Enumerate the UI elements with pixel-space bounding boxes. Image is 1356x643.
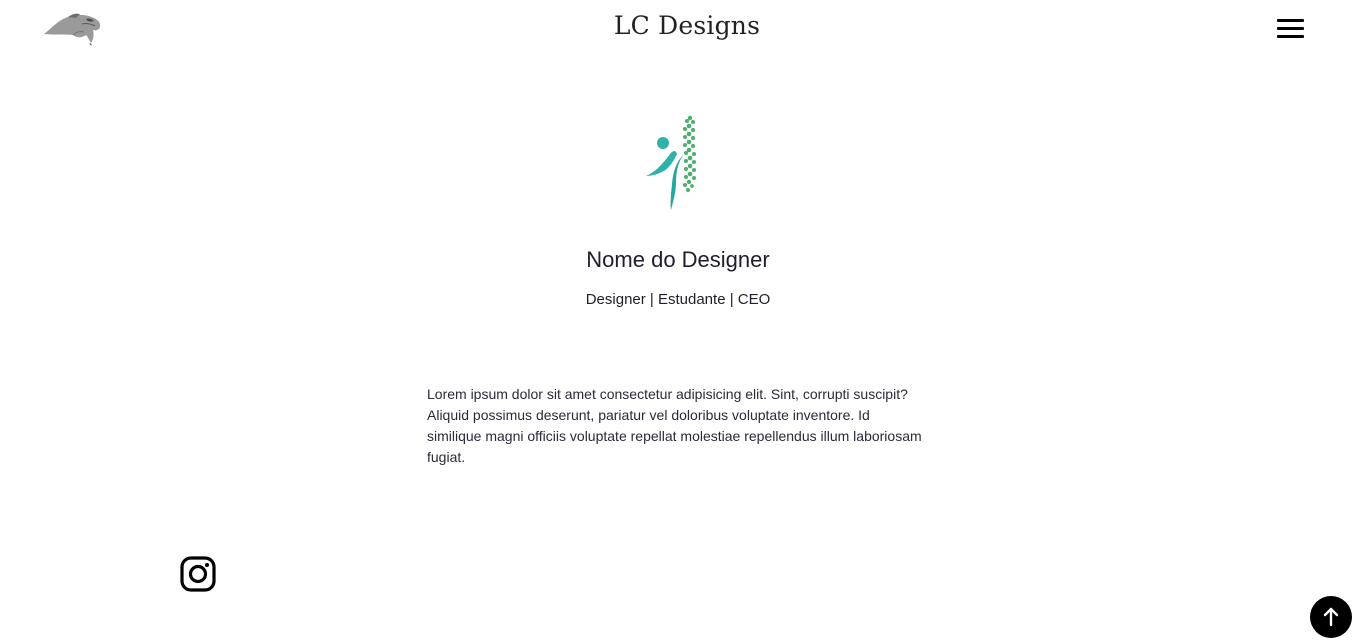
- menu-bar: [1277, 19, 1304, 22]
- site-header: LC Designs: [0, 0, 1356, 60]
- arrow-up-icon: [1323, 607, 1339, 627]
- designer-roles: Designer | Estudante | CEO: [585, 291, 771, 308]
- designer-name: Nome do Designer: [586, 247, 770, 272]
- menu-bar: [1277, 35, 1304, 38]
- menu-bar: [1277, 27, 1304, 30]
- instagram-icon[interactable]: [180, 556, 216, 592]
- back-to-top-button[interactable]: [1310, 596, 1352, 638]
- hamburger-menu-button[interactable]: [1276, 16, 1306, 42]
- spine-figure-logo-icon: [640, 110, 704, 214]
- brand-title: LC Designs: [613, 11, 761, 40]
- bio-paragraph: Lorem ipsum dolor sit amet consectetur a…: [427, 386, 922, 465]
